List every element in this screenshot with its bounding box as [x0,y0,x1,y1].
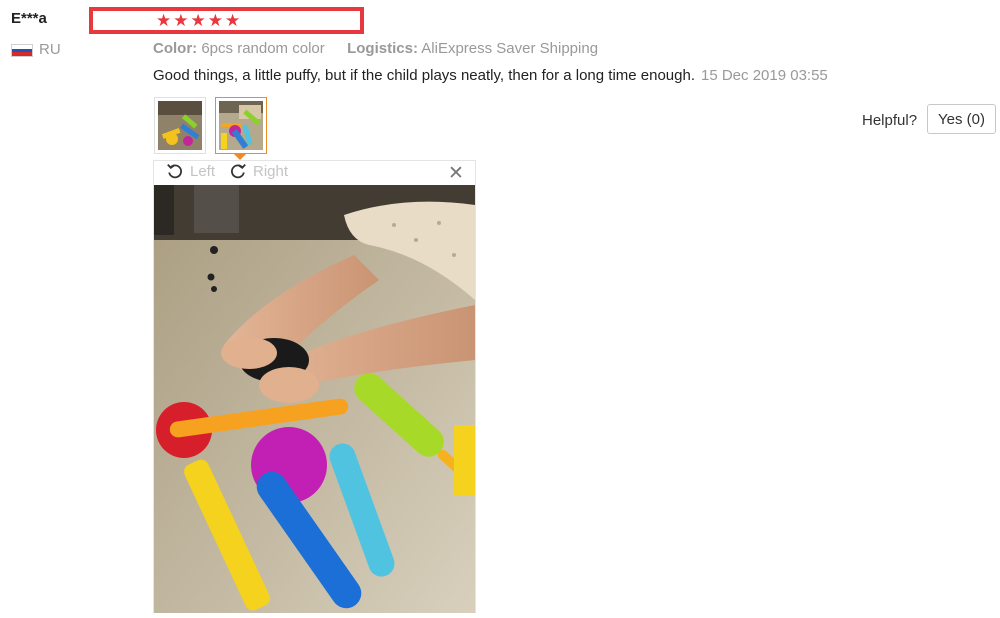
photo-thumbnail-image [158,101,202,150]
order-attributes: Color: 6pcs random color Logistics: AliE… [153,40,598,57]
star-icon: ★ [190,11,206,30]
rotate-right-icon [231,163,246,179]
viewer-toolbar: Left Right ✕ [154,161,475,185]
review-photo [154,185,475,613]
rating-highlight-box: ★ ★ ★ ★ ★ [89,7,364,34]
star-icon: ★ [207,11,223,30]
attribute-label-logistics: Logistics: [347,40,418,57]
rotate-left-icon [167,163,182,179]
star-icon: ★ [173,11,189,30]
rotate-left-button[interactable]: Left [166,162,215,180]
selected-thumbnail-caret [233,153,247,160]
star-icon: ★ [225,11,241,30]
rotate-left-label: Left [190,162,216,180]
rotate-right-label: Right [253,162,289,180]
photo-thumbnail-1[interactable] [154,97,206,154]
reviewer-name: E***a [11,10,47,27]
photo-thumbnail-image [219,101,263,150]
attribute-value-color: 6pcs random color [201,40,325,57]
review-text: Good things, a little puffy, but if the … [153,67,695,84]
photo-thumbnail-2[interactable] [215,97,267,154]
helpful-label: Helpful? [862,112,918,129]
image-viewer: Left Right ✕ [153,160,476,613]
attribute-value-logistics: AliExpress Saver Shipping [421,40,599,57]
russia-flag-icon [11,44,33,57]
helpful-yes-button[interactable]: Yes (0) [927,104,996,134]
review-date: 15 Dec 2019 03:55 [701,67,828,84]
star-icon: ★ [156,11,172,30]
review-body: Good things, a little puffy, but if the … [153,67,828,84]
reviewer-country: RU [39,41,61,58]
rotate-right-button[interactable]: Right [229,162,288,180]
review-photo-image [154,185,475,613]
attribute-label-color: Color: [153,40,198,57]
close-icon[interactable]: ✕ [448,164,464,183]
star-rating: ★ ★ ★ ★ ★ [156,11,240,30]
